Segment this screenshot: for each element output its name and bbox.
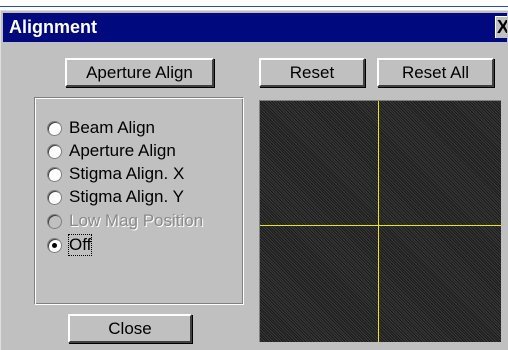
close-button[interactable]: Close: [68, 314, 192, 343]
radio-beam-align[interactable]: Beam Align: [47, 117, 155, 139]
reset-all-button[interactable]: Reset All: [377, 58, 494, 87]
radio-button[interactable]: [47, 237, 62, 253]
reset-button[interactable]: Reset: [259, 58, 365, 87]
radio-button[interactable]: [47, 143, 62, 159]
radio-button[interactable]: [47, 189, 62, 205]
crosshair-vertical-line: [378, 101, 379, 342]
alignment-dialog: Alignment X Aperture Align Reset Reset A…: [0, 10, 508, 350]
radio-label: Beam Align: [69, 118, 155, 137]
close-window-button[interactable]: X: [495, 16, 507, 38]
radio-off[interactable]: Off: [47, 234, 93, 256]
radio-label: Aperture Align: [69, 141, 176, 160]
radio-stigma-align-x[interactable]: Stigma Align. X: [47, 163, 184, 185]
radio-button: [47, 213, 62, 229]
dialog-title: Alignment: [9, 17, 97, 37]
radio-selected-dot: [52, 242, 57, 248]
close-icon: X: [497, 17, 507, 37]
radio-button[interactable]: [47, 166, 62, 182]
crosshair-horizontal-line: [260, 225, 501, 226]
radio-label: Stigma Align. Y: [69, 187, 184, 206]
aperture-align-button[interactable]: Aperture Align: [65, 58, 214, 87]
alignment-mode-group: Beam Align Aperture Align Stigma Align. …: [34, 97, 244, 305]
background-window-strip: [0, 0, 508, 8]
radio-label: Low Mag Position: [69, 211, 204, 230]
radio-button[interactable]: [47, 120, 62, 136]
alignment-display[interactable]: [259, 100, 501, 342]
background-link-underline: [0, 6, 508, 7]
radio-low-mag-position: Low Mag Position: [47, 210, 203, 232]
radio-stigma-align-y[interactable]: Stigma Align. Y: [47, 186, 184, 208]
radio-aperture-align[interactable]: Aperture Align: [47, 140, 176, 162]
radio-label: Off: [67, 234, 93, 256]
radio-label: Stigma Align. X: [69, 164, 185, 183]
title-bar[interactable]: Alignment X: [3, 13, 507, 42]
